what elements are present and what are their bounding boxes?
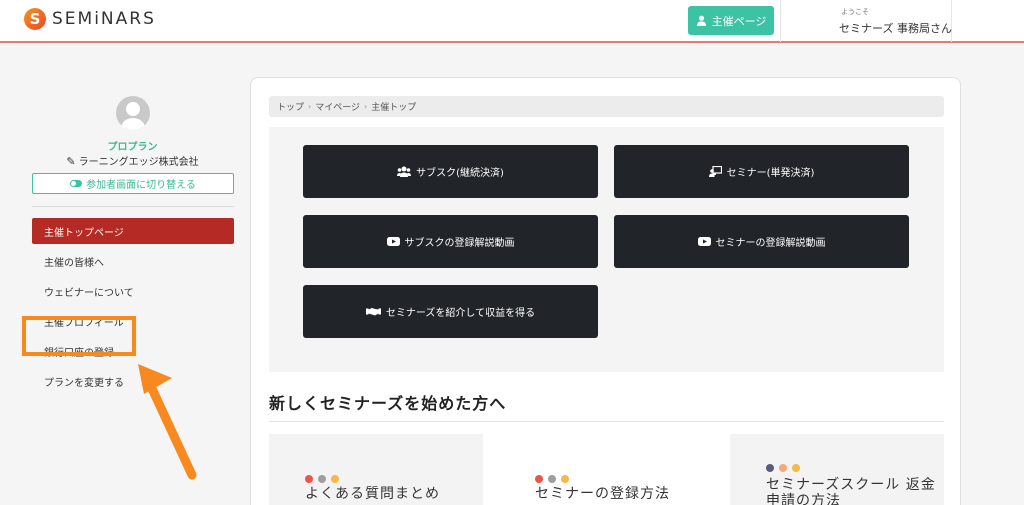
site-logo[interactable]: S SEMiNARS: [24, 8, 156, 30]
referral-button[interactable]: セミナーズを紹介して収益を得る: [303, 285, 598, 338]
refund-card[interactable]: セミナーズスクール 返金申請の方法: [730, 434, 944, 505]
section-divider: [269, 421, 944, 422]
user-menu[interactable]: ようこそ セミナーズ 事務局さん: [780, 0, 952, 42]
section-title: 新しくセミナーズを始めた方へ: [269, 394, 507, 413]
sidebar-item-label: ウェビナーについて: [44, 287, 134, 299]
card-title: セミナーの登録方法: [535, 486, 670, 502]
subscription-video-label: サブスクの登録解説動画: [404, 238, 515, 249]
avatar: [116, 96, 150, 130]
seminar-button[interactable]: セミナー(単発決済): [614, 145, 909, 198]
company-name[interactable]: ✎ ラーニングエッジ株式会社: [0, 153, 265, 168]
dot: [792, 464, 800, 472]
seminar-video-button[interactable]: セミナーの登録解説動画: [614, 215, 909, 268]
dot: [305, 475, 313, 483]
sidebar-item-label: プランを変更する: [44, 377, 124, 389]
action-button-area: サブスク(継続決済) セミナー(単発決済) サブスクの登録解説動画 セミナーの登…: [269, 127, 944, 372]
user-name: セミナーズ 事務局さん: [839, 22, 952, 35]
sidebar-divider: [32, 206, 234, 207]
card-title: セミナーズスクール 返金申請の方法: [766, 477, 936, 505]
referral-label: セミナーズを紹介して収益を得る: [385, 308, 536, 319]
switch-to-participant-button[interactable]: 参加者画面に切り替える: [32, 173, 234, 194]
main-card: トップ › マイページ › 主催トップ サブスク(継続決済) セミナー(単発決済…: [250, 77, 961, 505]
handshake-icon: [365, 308, 381, 316]
card-dots: [766, 464, 800, 472]
dot: [331, 475, 339, 483]
dot: [561, 475, 569, 483]
breadcrumb: トップ › マイページ › 主催トップ: [269, 96, 944, 117]
card-dots: [535, 475, 569, 483]
organizer-page-label: 主催ページ: [711, 14, 767, 28]
sidebar-item-label: 主催トップページ: [44, 227, 124, 239]
breadcrumb-current: 主催トップ: [371, 103, 417, 113]
breadcrumb-top[interactable]: トップ: [277, 100, 304, 113]
welcome-text: ようこそ: [841, 8, 869, 16]
seminar-video-label: セミナーの登録解説動画: [715, 238, 826, 249]
toggle-icon: [70, 180, 83, 187]
breadcrumb-separator: ›: [364, 102, 368, 111]
user-icon: [696, 15, 706, 26]
company-label: ラーニングエッジ株式会社: [78, 157, 199, 168]
youtube-icon: [386, 237, 400, 246]
dot: [766, 464, 774, 472]
sidebar-item-label: 主催の皆様へ: [44, 257, 104, 269]
faq-card[interactable]: よくある質問まとめ: [269, 434, 483, 505]
subscription-video-button[interactable]: サブスクの登録解説動画: [303, 215, 598, 268]
sidebar-item-webinar[interactable]: ウェビナーについて: [32, 278, 234, 304]
breadcrumb-mypage[interactable]: マイページ: [315, 100, 360, 113]
dot: [318, 475, 326, 483]
chalkboard-teacher-icon: [708, 166, 722, 177]
breadcrumb-separator: ›: [308, 102, 312, 111]
sidebar-item-to-organizers[interactable]: 主催の皆様へ: [32, 248, 234, 274]
card-dots: [305, 475, 339, 483]
users-icon: [397, 166, 412, 177]
card-title: よくある質問まとめ: [305, 486, 440, 502]
highlight-box: [22, 316, 136, 356]
youtube-icon: [697, 237, 711, 246]
seminar-registration-card[interactable]: セミナーの登録方法: [499, 434, 713, 505]
seminar-label: セミナー(単発決済): [726, 168, 815, 179]
subscription-label: サブスク(継続決済): [416, 168, 504, 179]
sidebar: プロプラン ✎ ラーニングエッジ株式会社 参加者画面に切り替える 主催トップページ…: [0, 44, 250, 505]
dot: [779, 464, 787, 472]
logo-mark-icon: S: [24, 8, 46, 30]
logo-text: SEMiNARS: [52, 9, 156, 29]
dot: [548, 475, 556, 483]
dot: [535, 475, 543, 483]
arrow-annotation-icon: [138, 364, 197, 480]
top-header: S SEMiNARS 主催ページ ようこそ セミナーズ 事務局さん: [0, 0, 1024, 43]
edit-icon: ✎: [66, 155, 76, 168]
plan-name: プロプラン: [107, 142, 158, 153]
subscription-button[interactable]: サブスク(継続決済): [303, 145, 598, 198]
switch-label: 参加者画面に切り替える: [86, 180, 196, 191]
sidebar-item-organizer-top[interactable]: 主催トップページ: [32, 218, 234, 244]
organizer-page-button[interactable]: 主催ページ: [688, 6, 774, 35]
